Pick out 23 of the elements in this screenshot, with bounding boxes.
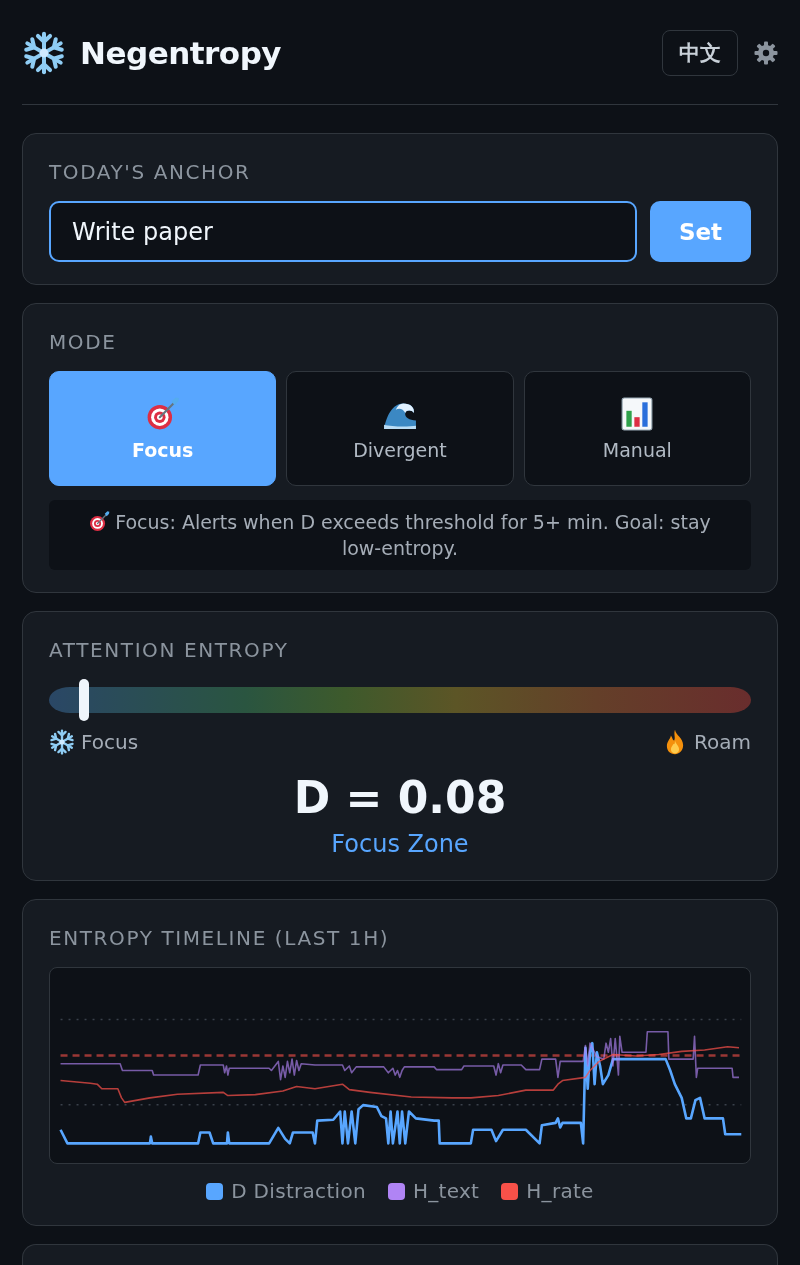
- zone-label: Focus Zone: [330, 830, 470, 858]
- scale-label: Focus: [81, 729, 139, 755]
- settings-icon[interactable]: [754, 41, 778, 65]
- mode-button[interactable]: Manual: [523, 371, 751, 486]
- section-heading: MODE: [49, 330, 118, 354]
- legend-label: D Distraction: [231, 1179, 366, 1203]
- mode-description: Focus: Alerts when D exceeds threshold for 5+ min. Goal: stay low-entropy.: [115, 511, 711, 559]
- target-icon: [145, 396, 180, 431]
- snowflake-icon: [22, 31, 66, 75]
- entropy-reading: D = 0.08: [292, 772, 508, 824]
- bar-chart-icon: [620, 396, 655, 431]
- app-title: Negentropy: [80, 35, 282, 71]
- language-button[interactable]: 中文: [662, 30, 738, 76]
- scale-label: Roam: [694, 729, 751, 755]
- legend-label: H_text: [412, 1179, 480, 1203]
- anchor-input[interactable]: Write paper: [49, 201, 637, 262]
- mode-button[interactable]: Divergent: [286, 371, 514, 486]
- section-heading: ENTROPY TIMELINE (LAST 1H): [49, 926, 391, 950]
- section-heading: ATTENTION ENTROPY: [49, 638, 290, 662]
- snowflake-icon: [49, 729, 75, 755]
- legend-label: H_rate: [526, 1179, 594, 1203]
- section-heading: TODAY'S ANCHOR: [49, 160, 252, 184]
- target-icon: [89, 511, 111, 532]
